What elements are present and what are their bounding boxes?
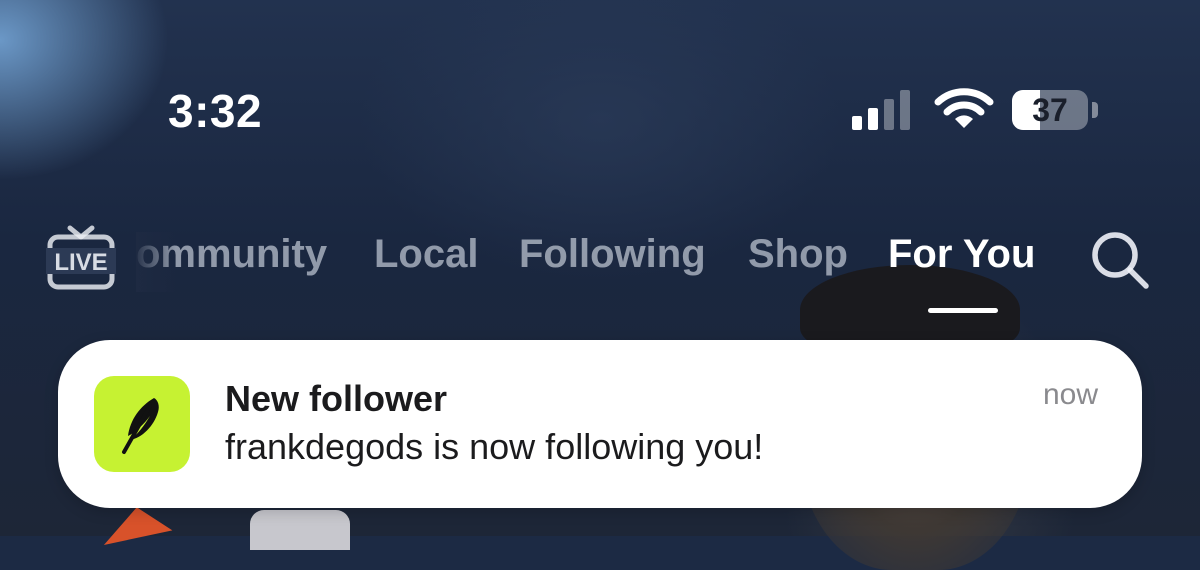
- signal-bar-2: [868, 108, 878, 130]
- feather-icon: [122, 398, 159, 454]
- notification-title: New follower: [225, 378, 448, 419]
- cellular-signal-icon: [852, 88, 916, 130]
- tab-for-you[interactable]: For You: [888, 232, 1035, 277]
- battery-tip: [1092, 102, 1098, 118]
- video-microphone: [250, 510, 350, 550]
- tab-shop[interactable]: Shop: [748, 232, 848, 277]
- tab-fade-overlay: [136, 232, 176, 292]
- feed-tab-bar: ommunity Local Following Shop For You: [0, 232, 1200, 292]
- battery-icon: 37: [1012, 90, 1088, 130]
- status-time: 3:32: [168, 85, 263, 137]
- active-tab-indicator: [928, 308, 998, 313]
- notification-body: frankdegods is now following you!: [225, 426, 764, 467]
- signal-bar-4: [900, 90, 910, 130]
- app-icon: [94, 376, 190, 472]
- search-icon[interactable]: [1088, 228, 1152, 292]
- tab-local[interactable]: Local: [374, 232, 478, 277]
- signal-bar-1: [852, 116, 862, 130]
- battery-percent: 37: [1032, 92, 1068, 128]
- signal-bar-3: [884, 99, 894, 130]
- wifi-icon: [934, 88, 994, 128]
- tab-following[interactable]: Following: [519, 232, 706, 277]
- notification-banner[interactable]: New follower frankdegods is now followin…: [58, 340, 1142, 508]
- notification-time: now: [1042, 378, 1098, 411]
